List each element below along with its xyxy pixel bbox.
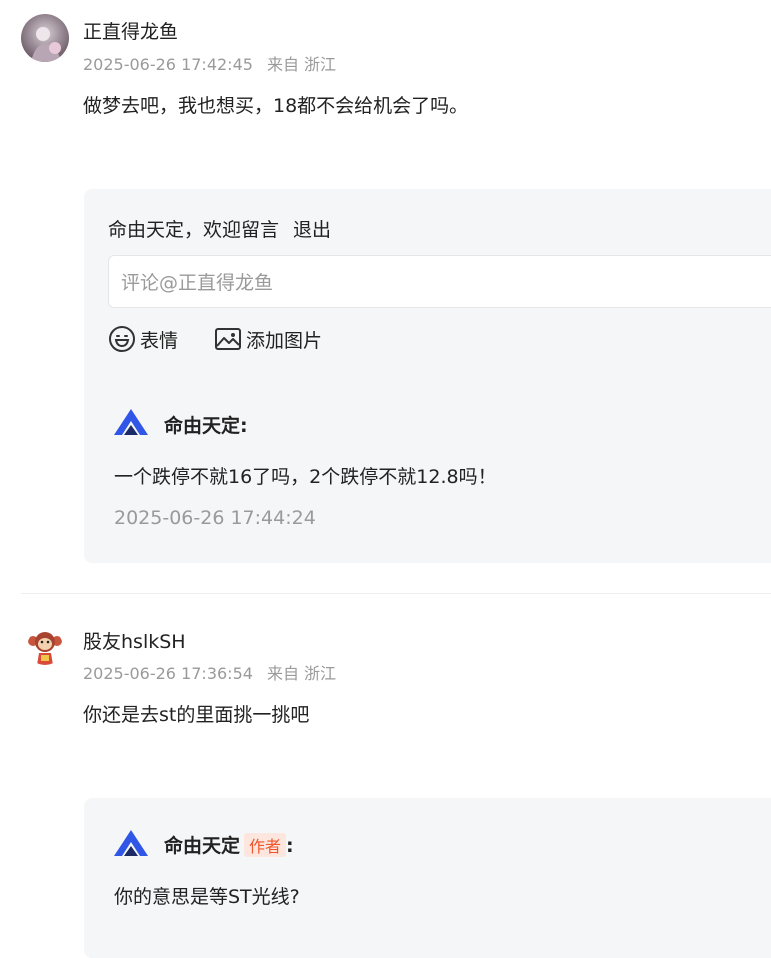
add-image-label: 添加图片 [246,329,323,352]
comment-location: 来自 浙江 [266,664,337,683]
emoji-button[interactable]: 表情 [108,325,178,353]
comment-text: 做梦去吧，我也想买，18都不会给机会了吗。 [83,95,469,117]
comment-time: 2025-06-26 17:36:54 [83,664,253,683]
logout-link[interactable]: 退出 [293,219,331,241]
reply-text: 你的意思是等ST光线? [114,886,300,908]
reply-time: 2025-06-26 17:44:24 [114,507,316,529]
reply-input[interactable]: 评论@正直得龙鱼 [108,255,771,308]
author-badge: 作者 [244,833,287,857]
reply-author-name[interactable]: 命由天定 [164,835,240,857]
comment-location: 来自 浙江 [266,55,337,74]
comment-time: 2025-06-26 17:42:45 [83,55,253,74]
reply-avatar-logo-icon [114,830,148,856]
emoji-icon [109,326,135,352]
welcome-text: 命由天定，欢迎留言 [108,219,280,241]
reply-avatar-logo-icon [114,409,148,435]
comment-meta: 2025-06-26 17:42:45 来自 浙江 [83,51,336,75]
comment-username[interactable]: 股友hslkSH [83,627,186,654]
comment-username[interactable]: 正直得龙鱼 [83,17,178,44]
user-avatar[interactable] [27,629,63,665]
reply-author-line: 命由天定 作者: [164,831,294,858]
monkey-avatar-icon [27,629,63,665]
reply-author-name[interactable]: 命由天定: [164,411,248,438]
user-photo-avatar-icon [21,14,69,62]
reply-text: 一个跌停不就16了吗，2个跌停不就12.8吗！ [114,466,497,488]
emoji-label: 表情 [140,329,179,352]
add-image-button[interactable]: 添加图片 [214,325,322,353]
user-avatar[interactable] [21,14,69,62]
reply-panel: 命由天定，欢迎留言 退出 评论@正直得龙鱼 表情 添加图片 命由天定: 一个跌停不… [84,189,771,563]
reply-colon: : [286,835,294,857]
comment-divider [21,593,771,594]
comment-text: 你还是去st的里面挑一挑吧 [83,704,310,726]
image-icon [215,328,241,350]
reply-welcome: 命由天定，欢迎留言 退出 [108,215,331,242]
comment-meta: 2025-06-26 17:36:54 来自 浙江 [83,660,336,684]
reply-panel: 命由天定 作者: 你的意思是等ST光线? [84,798,771,958]
